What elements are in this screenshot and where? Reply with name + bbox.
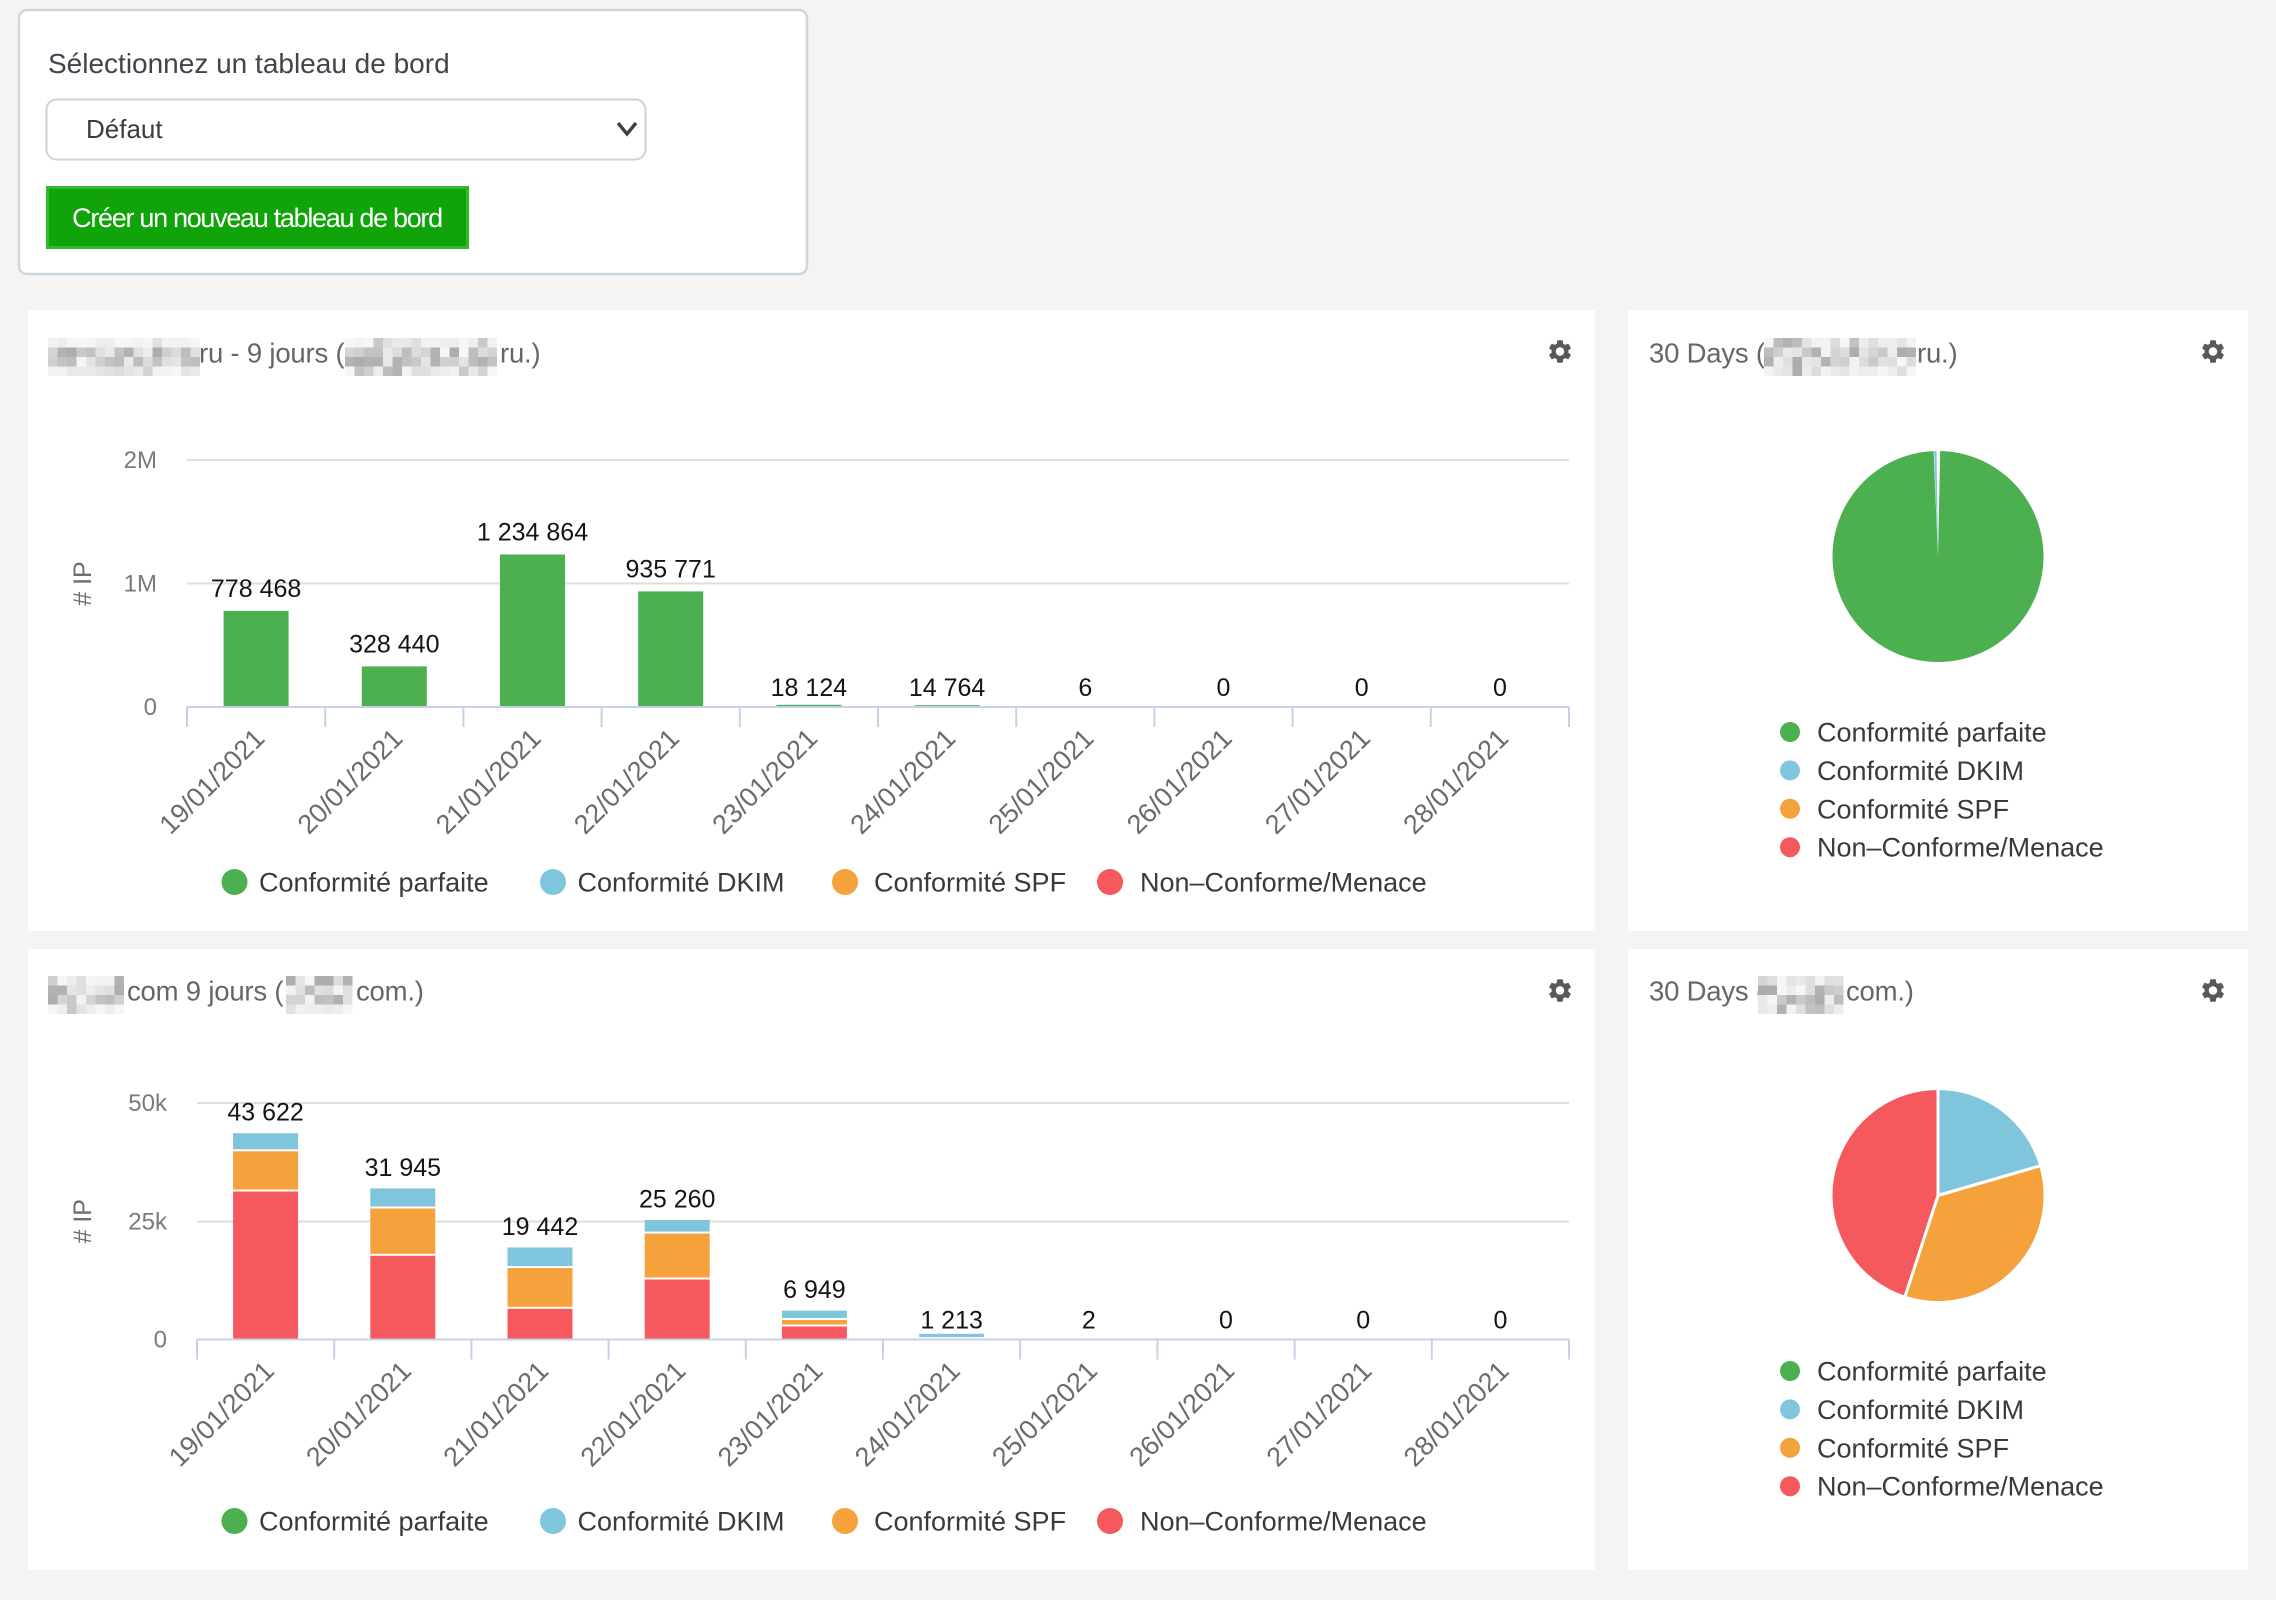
svg-text:25k: 25k bbox=[128, 1209, 168, 1236]
svg-text:Conformité SPF: Conformité SPF bbox=[874, 868, 1066, 898]
svg-text:Non–Conforme/Menace: Non–Conforme/Menace bbox=[1817, 833, 2104, 863]
svg-text:935 771: 935 771 bbox=[626, 555, 716, 583]
svg-text:Conformité DKIM: Conformité DKIM bbox=[1817, 1395, 2024, 1425]
svg-text:6 949: 6 949 bbox=[783, 1276, 846, 1304]
svg-text:com.): com.) bbox=[1846, 976, 1914, 1007]
svg-text:Conformité parfaite: Conformité parfaite bbox=[259, 868, 489, 898]
svg-text:Conformité SPF: Conformité SPF bbox=[1817, 794, 2009, 824]
svg-text:778 468: 778 468 bbox=[211, 575, 301, 603]
svg-text:Créer un nouveau tableau de bo: Créer un nouveau tableau de bord bbox=[72, 203, 442, 233]
svg-text:6: 6 bbox=[1078, 674, 1092, 702]
svg-text:25 260: 25 260 bbox=[639, 1186, 715, 1214]
svg-text:0: 0 bbox=[1217, 674, 1231, 702]
svg-text:0: 0 bbox=[1355, 674, 1369, 702]
svg-text:Non–Conforme/Menace: Non–Conforme/Menace bbox=[1817, 1472, 2104, 1502]
svg-text:0: 0 bbox=[1219, 1307, 1233, 1335]
svg-text:ru - 9 jours (: ru - 9 jours ( bbox=[199, 338, 344, 369]
svg-text:Conformité DKIM: Conformité DKIM bbox=[578, 1507, 785, 1537]
svg-text:19 442: 19 442 bbox=[502, 1213, 578, 1241]
svg-text:2: 2 bbox=[1082, 1307, 1096, 1335]
svg-text:Conformité parfaite: Conformité parfaite bbox=[259, 1507, 489, 1537]
svg-text:30 Days (: 30 Days ( bbox=[1649, 976, 1765, 1007]
svg-text:Sélectionnez un tableau de bor: Sélectionnez un tableau de bord bbox=[48, 48, 450, 79]
svg-text:Défaut: Défaut bbox=[86, 114, 163, 144]
svg-text:30 Days (: 30 Days ( bbox=[1649, 338, 1765, 369]
svg-text:2M: 2M bbox=[124, 447, 157, 474]
svg-text:Non–Conforme/Menace: Non–Conforme/Menace bbox=[1140, 868, 1427, 898]
svg-text:Conformité SPF: Conformité SPF bbox=[1817, 1433, 2009, 1463]
svg-text:31 945: 31 945 bbox=[365, 1154, 441, 1182]
svg-text:Non–Conforme/Menace: Non–Conforme/Menace bbox=[1140, 1507, 1427, 1537]
svg-text:0: 0 bbox=[1493, 674, 1507, 702]
svg-text:ru.): ru.) bbox=[500, 338, 540, 369]
svg-text:0: 0 bbox=[1356, 1307, 1370, 1335]
svg-text:1 234 864: 1 234 864 bbox=[477, 519, 588, 547]
svg-text:328 440: 328 440 bbox=[349, 630, 439, 658]
svg-text:Conformité DKIM: Conformité DKIM bbox=[578, 868, 785, 898]
svg-text:0: 0 bbox=[144, 694, 157, 721]
svg-text:# IP: # IP bbox=[69, 561, 97, 605]
svg-text:ru.): ru.) bbox=[1917, 338, 1957, 369]
svg-text:com 9 jours (: com 9 jours ( bbox=[127, 976, 283, 1007]
svg-text:0: 0 bbox=[154, 1327, 167, 1354]
svg-text:# IP: # IP bbox=[69, 1199, 97, 1243]
svg-text:0: 0 bbox=[1493, 1307, 1507, 1335]
svg-text:43 622: 43 622 bbox=[227, 1099, 303, 1127]
svg-text:Conformité DKIM: Conformité DKIM bbox=[1817, 756, 2024, 786]
svg-text:50k: 50k bbox=[128, 1090, 168, 1117]
svg-text:Conformité parfaite: Conformité parfaite bbox=[1817, 1357, 2047, 1387]
svg-text:Conformité parfaite: Conformité parfaite bbox=[1817, 718, 2047, 748]
svg-text:Conformité SPF: Conformité SPF bbox=[874, 1507, 1066, 1537]
svg-text:com.): com.) bbox=[356, 976, 424, 1007]
svg-text:1 213: 1 213 bbox=[920, 1307, 983, 1335]
svg-text:18 124: 18 124 bbox=[771, 674, 848, 702]
svg-text:1M: 1M bbox=[124, 571, 157, 598]
svg-text:14 764: 14 764 bbox=[909, 674, 986, 702]
